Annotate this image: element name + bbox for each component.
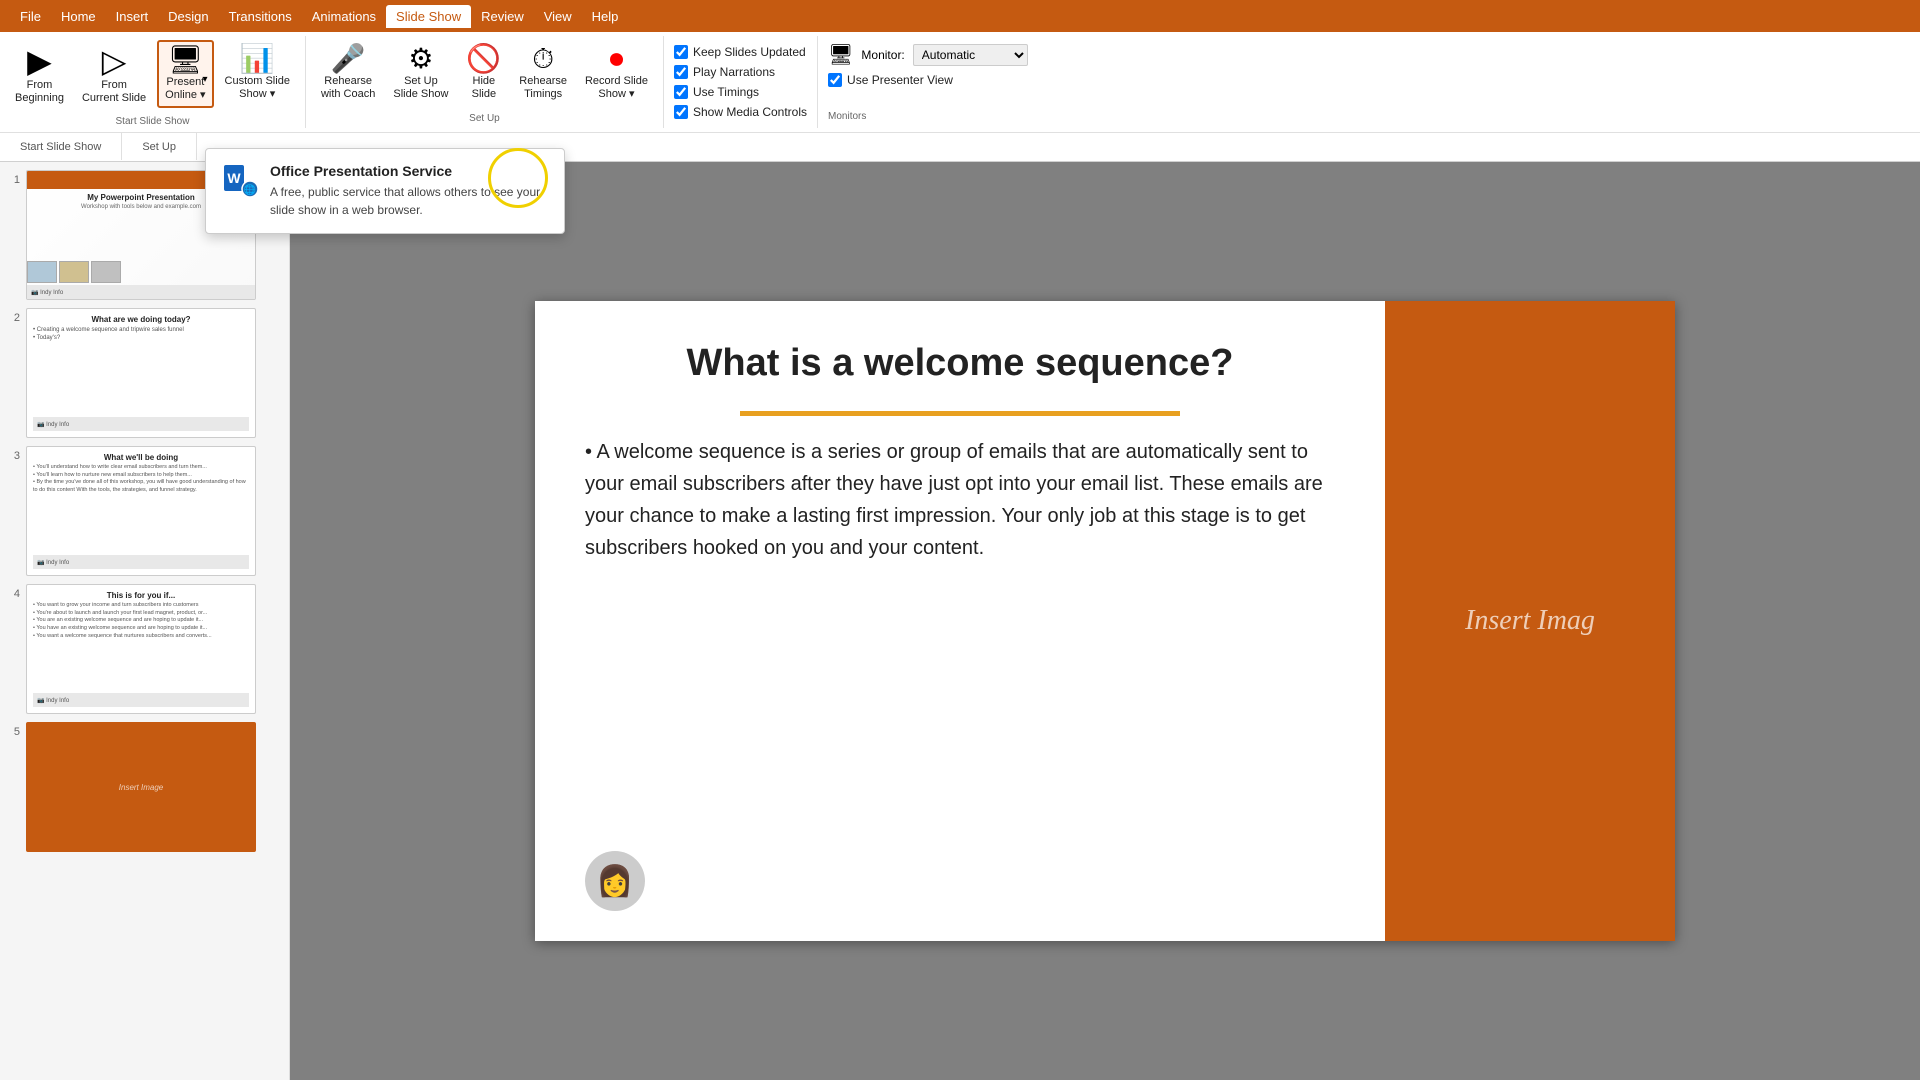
present-online-label: PresentOnline ▾ (165, 76, 205, 102)
slide-left: What is a welcome sequence? A welcome se… (535, 301, 1385, 941)
slide-thumb-4[interactable]: 4 This is for you if... • You want to gr… (6, 584, 283, 714)
dropdown-content: Office Presentation Service A free, publ… (270, 163, 548, 219)
setup-label: Set Up (314, 111, 655, 124)
menu-review[interactable]: Review (471, 5, 534, 28)
present-online-button[interactable]: 🖥 PresentOnline ▾ (157, 40, 213, 108)
set-up-label: Set UpSlide Show (393, 75, 448, 101)
start-slide-section-label: Start Slide Show (0, 133, 122, 160)
from-beginning-button[interactable]: ▶ FromBeginning (8, 40, 71, 110)
menu-file[interactable]: File (10, 5, 51, 28)
slide-thumb-5[interactable]: 5 Insert Image (6, 722, 283, 852)
menu-help[interactable]: Help (582, 5, 629, 28)
slide-right-text: Insert Imag (1465, 605, 1595, 637)
play-narrations-item: Play Narrations (674, 65, 807, 79)
ribbon-group-monitors: 🖥 Monitor: Automatic Primary Monitor Use… (818, 36, 1038, 128)
rehearse-coach-button[interactable]: 🎤 Rehearsewith Coach (314, 40, 382, 106)
present-online-icon: 🖥 (168, 46, 204, 74)
start-slide-label: Start Slide Show (8, 114, 297, 127)
play-narrations-label: Play Narrations (693, 65, 775, 79)
from-beginning-label: FromBeginning (15, 79, 64, 105)
ribbon-group-setup-buttons: 🎤 Rehearsewith Coach ⚙ Set UpSlide Show … (306, 36, 664, 128)
present-online-dropdown[interactable]: W 🌐 Office Presentation Service A free, … (205, 148, 565, 234)
keep-slides-updated-checkbox[interactable] (674, 45, 688, 59)
dropdown-description: A free, public service that allows other… (270, 183, 548, 219)
slide-panel[interactable]: 1 My Powerpoint Presentation Workshop wi… (0, 162, 290, 1080)
menu-animations[interactable]: Animations (302, 5, 386, 28)
monitors-group-label: Monitors (828, 109, 1028, 122)
menu-design[interactable]: Design (158, 5, 218, 28)
slide-right: Insert Imag (1385, 301, 1675, 941)
slide-thumb-2[interactable]: 2 What are we doing today? • Creating a … (6, 308, 283, 438)
slide-num-3: 3 (6, 446, 20, 462)
menu-home[interactable]: Home (51, 5, 106, 28)
record-slide-show-button[interactable]: ⏺ Record SlideShow ▾ (578, 40, 655, 106)
rehearse-timings-button[interactable]: ⏱ RehearseTimings (512, 40, 574, 106)
play-narrations-checkbox[interactable] (674, 65, 688, 79)
show-media-controls-label: Show Media Controls (693, 105, 807, 119)
hide-slide-label: HideSlide (472, 75, 496, 101)
ribbon-group-checks: Keep Slides Updated Play Narrations Use … (664, 36, 818, 128)
monitor-icon: 🖥 (828, 42, 853, 67)
custom-slide-show-button[interactable]: 📊 Custom SlideShow ▾ (218, 40, 297, 106)
show-media-controls-item: Show Media Controls (674, 105, 807, 119)
slide-num-4: 4 (6, 584, 20, 600)
show-media-controls-checkbox[interactable] (674, 105, 688, 119)
custom-show-label: Custom SlideShow ▾ (225, 75, 290, 101)
use-timings-item: Use Timings (674, 85, 807, 99)
use-presenter-view-label: Use Presenter View (847, 73, 953, 87)
monitor-label: Monitor: (861, 48, 904, 62)
ribbon: ▶ FromBeginning ▷ FromCurrent Slide 🖥 Pr… (0, 32, 1920, 162)
slide-img-3[interactable]: What we'll be doing • You'll understand … (26, 446, 256, 576)
slide-num-2: 2 (6, 308, 20, 324)
ribbon-group-start-slide: ▶ FromBeginning ▷ FromCurrent Slide 🖥 Pr… (0, 36, 306, 128)
slide-img-2[interactable]: What are we doing today? • Creating a we… (26, 308, 256, 438)
slide-bullet-1: A welcome sequence is a series or group … (585, 436, 1335, 564)
slide-body: A welcome sequence is a series or group … (585, 436, 1335, 564)
custom-show-icon: 📊 (240, 45, 275, 73)
slide-img-4[interactable]: This is for you if... • You want to grow… (26, 584, 256, 714)
menu-transitions[interactable]: Transitions (219, 5, 302, 28)
menu-insert[interactable]: Insert (106, 5, 159, 28)
set-up-icon: ⚙ (408, 45, 433, 73)
use-timings-label: Use Timings (693, 85, 759, 99)
rehearse-coach-icon: 🎤 (331, 45, 366, 73)
rehearse-timings-label: RehearseTimings (519, 75, 567, 101)
play-beginning-icon: ▶ (27, 45, 52, 77)
slide-title: What is a welcome sequence? (585, 341, 1335, 387)
svg-text:🌐: 🌐 (244, 183, 256, 196)
use-timings-checkbox[interactable] (674, 85, 688, 99)
menu-bar: File Home Insert Design Transitions Anim… (0, 0, 1920, 32)
use-presenter-view-item: Use Presenter View (828, 73, 1028, 87)
main-area: 1 My Powerpoint Presentation Workshop wi… (0, 162, 1920, 1080)
record-icon: ⏺ (609, 45, 623, 73)
dropdown-title: Office Presentation Service (270, 163, 548, 179)
play-current-icon: ▷ (102, 45, 127, 77)
slide-thumb-3[interactable]: 3 What we'll be doing • You'll understan… (6, 446, 283, 576)
record-label: Record SlideShow ▾ (585, 75, 648, 101)
from-current-slide-button[interactable]: ▷ FromCurrent Slide (75, 40, 153, 110)
slide-img-5[interactable]: Insert Image (26, 722, 256, 852)
from-current-label: FromCurrent Slide (82, 79, 146, 105)
use-presenter-view-checkbox[interactable] (828, 73, 842, 87)
svg-text:W: W (227, 170, 241, 186)
setup-section-label: Set Up (122, 133, 197, 160)
hide-slide-icon: 🚫 (466, 45, 501, 73)
slide-canvas: What is a welcome sequence? A welcome se… (535, 301, 1675, 941)
office-service-icon: W 🌐 (222, 163, 258, 206)
canvas-area: What is a welcome sequence? A welcome se… (290, 162, 1920, 1080)
menu-view[interactable]: View (534, 5, 582, 28)
rehearse-coach-label: Rehearsewith Coach (321, 75, 375, 101)
slide-divider (740, 411, 1180, 416)
keep-slides-updated-item: Keep Slides Updated (674, 45, 807, 59)
slide-num-1: 1 (6, 170, 20, 186)
keep-slides-updated-label: Keep Slides Updated (693, 45, 806, 59)
rehearse-timings-icon: ⏱ (532, 45, 554, 73)
hide-slide-button[interactable]: 🚫 HideSlide (459, 40, 508, 106)
menu-slideshow[interactable]: Slide Show (386, 5, 471, 28)
set-up-slide-show-button[interactable]: ⚙ Set UpSlide Show (386, 40, 455, 106)
monitor-select[interactable]: Automatic Primary Monitor (913, 44, 1028, 66)
slide-num-5: 5 (6, 722, 20, 738)
